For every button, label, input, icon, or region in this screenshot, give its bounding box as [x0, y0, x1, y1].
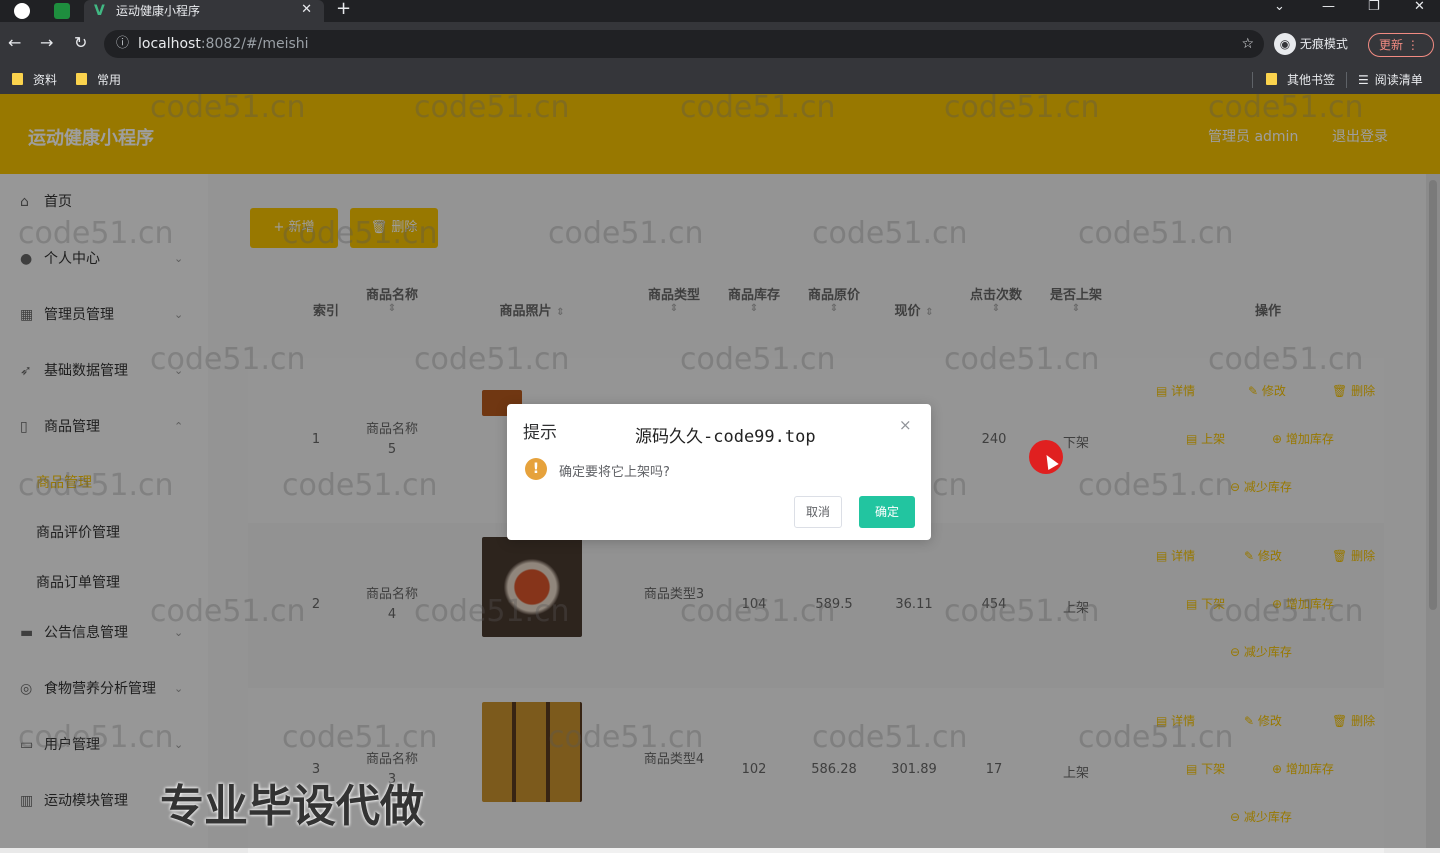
confirm-dialog: 提示 源码久久-code99.top × ! 确定要将它上架吗? 取消 确定	[507, 404, 931, 540]
overlay-promo-text: 专业毕设代做	[160, 781, 424, 832]
site-info-icon[interactable]: ⓘ	[116, 30, 129, 58]
bookmark-folder[interactable]: 资料	[12, 70, 57, 90]
dialog-brand-text: 源码久久-code99.top	[635, 427, 816, 447]
vue-logo-icon: V	[94, 3, 105, 19]
reading-list-icon: ☰	[1358, 73, 1369, 87]
reading-list[interactable]: ☰ 阅读清单	[1358, 70, 1423, 90]
tab-close-icon[interactable]: ✕	[301, 0, 312, 20]
incognito-icon: ◉	[1274, 33, 1296, 55]
back-icon[interactable]: ←	[8, 33, 21, 52]
url-text: localhost:8082/#/meishi	[138, 36, 309, 52]
sheets-tab-icon[interactable]	[54, 3, 70, 19]
new-tab-button[interactable]: +	[336, 0, 351, 19]
warning-icon: !	[525, 458, 547, 480]
url-input[interactable]: ⓘ localhost:8082/#/meishi ☆	[104, 30, 1264, 58]
browser-logo-icon[interactable]	[14, 3, 30, 19]
folder-icon	[12, 73, 23, 85]
tab-title: 运动健康小程序	[116, 4, 201, 18]
active-tab[interactable]: V 运动健康小程序 ✕	[84, 0, 324, 22]
confirm-button[interactable]: 确定	[859, 496, 915, 528]
browser-tabbar: V 运动健康小程序 ✕ + ⌄ — ❐ ✕	[0, 0, 1440, 22]
close-icon[interactable]: ×	[899, 416, 912, 434]
cancel-button[interactable]: 取消	[794, 496, 842, 528]
minimize-icon[interactable]: —	[1322, 0, 1335, 14]
folder-icon	[1266, 73, 1277, 85]
other-bookmarks[interactable]: 其他书签	[1266, 70, 1335, 90]
divider	[1346, 72, 1347, 88]
folder-icon	[76, 73, 87, 85]
close-window-icon[interactable]: ✕	[1414, 0, 1425, 14]
divider	[1252, 72, 1253, 88]
update-button[interactable]: 更新 ⋮	[1368, 33, 1434, 57]
incognito-indicator[interactable]: ◉ 无痕模式	[1274, 33, 1348, 55]
dialog-message: 确定要将它上架吗?	[559, 465, 670, 480]
forward-icon[interactable]: →	[40, 33, 53, 52]
restore-icon[interactable]: ❐	[1368, 0, 1380, 14]
bookmark-folder[interactable]: 常用	[76, 70, 121, 90]
incognito-label: 无痕模式	[1299, 37, 1348, 51]
address-bar: ← → ↻ ⓘ localhost:8082/#/meishi ☆ ◉ 无痕模式	[0, 22, 1440, 66]
bookmark-star-icon[interactable]: ☆	[1241, 30, 1254, 58]
dialog-title: 提示	[523, 423, 557, 443]
tab-search-icon[interactable]: ⌄	[1274, 0, 1285, 14]
reload-icon[interactable]: ↻	[74, 33, 87, 52]
